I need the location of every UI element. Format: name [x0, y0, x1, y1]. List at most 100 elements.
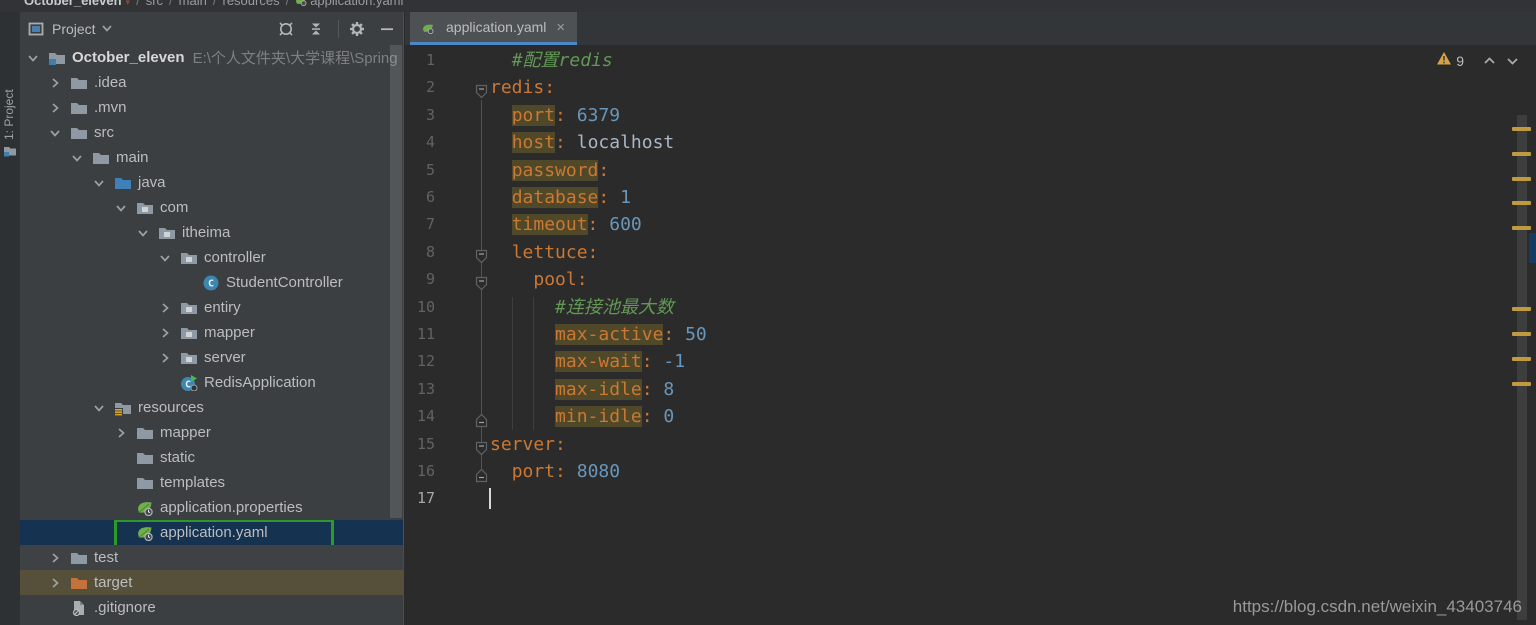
folder-icon: [136, 425, 154, 441]
fold-close-icon[interactable]: [475, 464, 488, 479]
breadcrumb-separator: /: [136, 0, 140, 8]
project-tree-scrollbar[interactable]: [390, 45, 402, 518]
stripe-warning-mark[interactable]: [1512, 382, 1531, 386]
stripe-button-project[interactable]: 1: Project: [2, 28, 16, 140]
folder-root-icon: [48, 50, 66, 66]
tree-item-entiry[interactable]: entiry: [20, 295, 403, 320]
tree-item-java[interactable]: java: [20, 170, 403, 195]
stripe-warning-mark[interactable]: [1512, 357, 1531, 361]
tree-item-label: resources: [138, 399, 204, 416]
chevron-down-icon[interactable]: [158, 251, 172, 265]
line-number: 8: [405, 239, 435, 266]
tree-item-October_eleven[interactable]: October_eleven E:\个人文件夹\大学课程\Spring: [20, 45, 403, 70]
chevron-down-icon[interactable]: [100, 21, 116, 37]
stripe-warning-mark[interactable]: [1512, 127, 1531, 131]
breadcrumb-item[interactable]: src: [146, 0, 163, 8]
collapse-all-button[interactable]: [308, 21, 324, 37]
chevron-down-icon[interactable]: [48, 126, 62, 140]
tree-item-.mvn[interactable]: .mvn: [20, 95, 403, 120]
breadcrumb-items[interactable]: October_eleven▾/src/main/resources/ appl…: [24, 0, 403, 8]
breadcrumb-item[interactable]: application.yaml: [310, 0, 403, 8]
editor-scrollbar[interactable]: [1517, 115, 1527, 620]
stripe-warning-mark[interactable]: [1512, 307, 1531, 311]
chevron-down-icon[interactable]: [92, 401, 106, 415]
chevron-right-icon[interactable]: [48, 101, 62, 115]
fold-close-icon[interactable]: [475, 409, 488, 424]
tree-item-target[interactable]: target: [20, 570, 403, 595]
tree-item-src[interactable]: src: [20, 120, 403, 145]
watermark-url: https://blog.csdn.net/weixin_43403746: [1233, 597, 1522, 617]
chevron-right-icon[interactable]: [158, 301, 172, 315]
tree-item-.gitignore[interactable]: .gitignore: [20, 595, 403, 620]
fold-open-icon[interactable]: [475, 272, 488, 287]
chevron-right-icon[interactable]: [48, 76, 62, 90]
chevron-right-icon[interactable]: [158, 351, 172, 365]
breadcrumb-item[interactable]: resources: [222, 0, 279, 8]
gear-button[interactable]: [349, 21, 365, 37]
inspection-widget: 9: [1436, 51, 1520, 71]
chevron-right-icon[interactable]: [48, 551, 62, 565]
stripe-warning-mark[interactable]: [1512, 177, 1531, 181]
hide-panel-button[interactable]: [379, 21, 395, 37]
chevron-down-icon[interactable]: [70, 151, 84, 165]
chevron-right-icon[interactable]: [114, 426, 128, 440]
breadcrumb-dropdown-icon: ▾: [126, 0, 131, 7]
line-number: 17: [405, 485, 435, 512]
tree-item-main[interactable]: main: [20, 145, 403, 170]
stripe-button-structure[interactable]: Structure: [2, 568, 16, 625]
previous-warning-button[interactable]: [1482, 54, 1497, 68]
tree-item-test[interactable]: test: [20, 545, 403, 570]
breadcrumb-item[interactable]: October_eleven: [24, 0, 122, 8]
project-panel-title[interactable]: Project: [52, 21, 96, 37]
tree-item-controller[interactable]: controller: [20, 245, 403, 270]
tree-item-RedisApplication[interactable]: C RedisApplication: [20, 370, 403, 395]
breadcrumb-separator: /: [286, 0, 290, 8]
pkg-icon: [158, 225, 176, 241]
tree-item-templates[interactable]: templates: [20, 470, 403, 495]
line-number: 15: [405, 431, 435, 458]
tree-item-application.properties[interactable]: application.properties: [20, 495, 403, 520]
tree-item-application.yaml[interactable]: application.yaml: [20, 520, 403, 545]
tree-item-itheima[interactable]: itheima: [20, 220, 403, 245]
chevron-right-icon[interactable]: [158, 326, 172, 340]
line-number: 9: [405, 266, 435, 293]
code-line-5: 5 password:: [405, 157, 1536, 184]
tree-item-mapper[interactable]: mapper: [20, 420, 403, 445]
tab-application-yaml[interactable]: application.yaml ×: [410, 12, 577, 45]
fold-open-icon[interactable]: [475, 437, 488, 452]
code-line-7: 7 timeout: 600: [405, 211, 1536, 238]
stripe-warning-mark[interactable]: [1512, 152, 1531, 156]
stripe-warning-mark[interactable]: [1512, 226, 1531, 230]
stripe-warning-mark[interactable]: [1512, 332, 1531, 336]
fold-open-icon[interactable]: [475, 80, 488, 95]
spring-leaf-icon: [295, 0, 307, 5]
tree-item-label: RedisApplication: [204, 374, 316, 391]
chevron-down-icon[interactable]: [26, 51, 40, 65]
tree-item-label: test: [94, 549, 118, 566]
tree-item-StudentController[interactable]: C StudentController: [20, 270, 403, 295]
stripe-caret-mark[interactable]: [1529, 233, 1536, 263]
tree-item-resources[interactable]: resources: [20, 395, 403, 420]
next-warning-button[interactable]: [1505, 54, 1520, 68]
fold-open-icon[interactable]: [475, 245, 488, 260]
tree-item-server[interactable]: server: [20, 345, 403, 370]
tree-item-mapper[interactable]: mapper: [20, 320, 403, 345]
breadcrumb-item[interactable]: main: [179, 0, 207, 8]
folder-icon: [70, 550, 88, 566]
tree-item-static[interactable]: static: [20, 445, 403, 470]
chevron-right-icon[interactable]: [48, 576, 62, 590]
code-line-13: 13 max-idle: 8: [405, 376, 1536, 403]
tree-item-.idea[interactable]: .idea: [20, 70, 403, 95]
chevron-spacer: [114, 451, 128, 465]
tree-item-com[interactable]: com: [20, 195, 403, 220]
chevron-down-icon[interactable]: [114, 201, 128, 215]
tab-close-icon[interactable]: ×: [556, 20, 565, 35]
spring-icon: [136, 525, 154, 541]
chevron-spacer: [114, 526, 128, 540]
locate-file-button[interactable]: [278, 21, 294, 37]
stripe-warning-mark[interactable]: [1512, 201, 1531, 205]
line-number: 13: [405, 376, 435, 403]
editor-body[interactable]: 1 #配置redis 2 redis: 3 port: 6379 4 host:…: [405, 45, 1536, 625]
chevron-down-icon[interactable]: [136, 226, 150, 240]
chevron-down-icon[interactable]: [92, 176, 106, 190]
